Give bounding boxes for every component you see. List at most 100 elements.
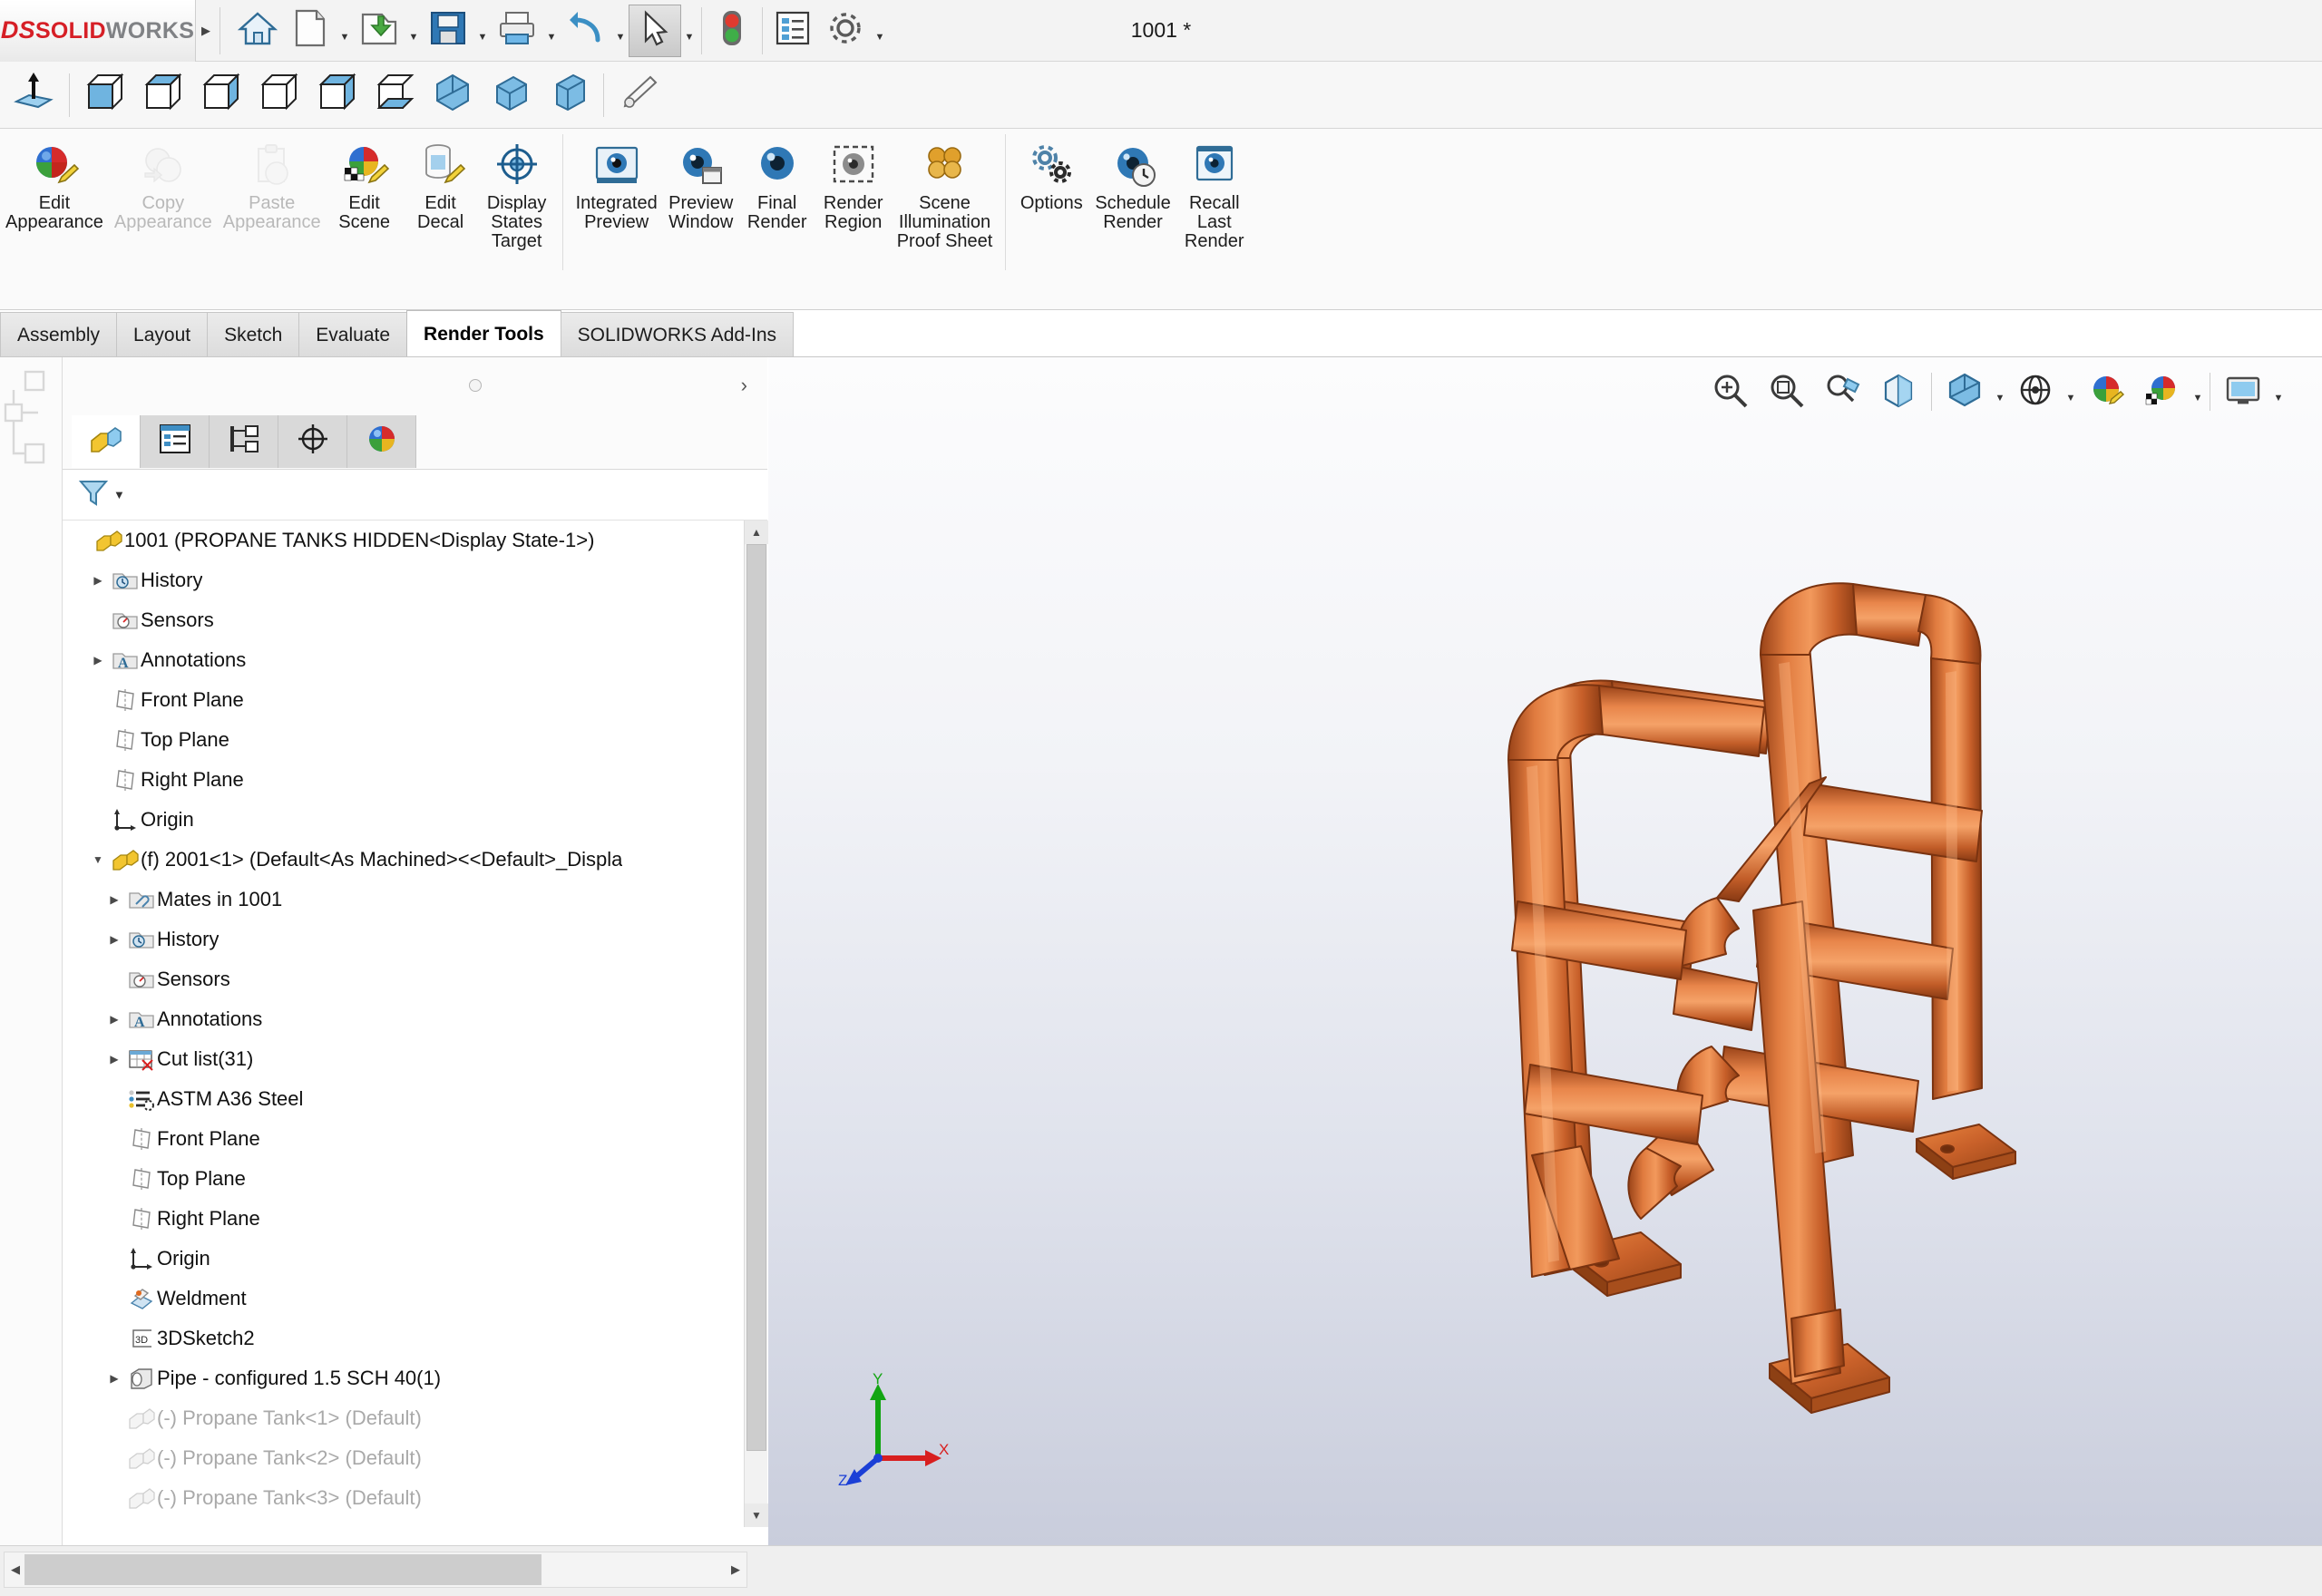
dimxpert-manager-tab[interactable] [278, 414, 347, 468]
horizontal-scroll-thumb[interactable] [24, 1554, 541, 1585]
tree-item[interactable]: ▼ (f) 2001<1> (Default<As Machined><<Defa… [63, 840, 768, 880]
select-button[interactable] [629, 4, 681, 57]
tree-expand-arrow-icon[interactable]: ▶ [102, 1013, 126, 1026]
print-dropdown[interactable]: ▼ [543, 5, 560, 57]
tree-item[interactable]: ▶ Origin [63, 1239, 768, 1279]
trimetric-view-button[interactable] [482, 66, 540, 124]
tree-item[interactable]: ▶ Top Plane [63, 720, 768, 760]
filter-funnel-icon[interactable] [77, 476, 110, 513]
rebuild-button[interactable] [706, 5, 758, 57]
tab-render-tools[interactable]: Render Tools [406, 310, 561, 357]
edit-scene-button[interactable]: Edit Scene [327, 134, 403, 236]
menu-expand-caret[interactable]: ▶ [196, 0, 216, 62]
tree-item[interactable]: ▶ Right Plane [63, 760, 768, 800]
tree-expand-arrow-icon[interactable]: ▶ [102, 1053, 126, 1066]
graphics-viewport[interactable]: ▼ ▼ ▼ ▼ Y X Z [768, 357, 2322, 1545]
new-document-dropdown[interactable]: ▼ [337, 5, 353, 57]
render-region-button[interactable]: Render Region [815, 134, 892, 236]
tree-item[interactable]: ▶ Weldment [63, 1279, 768, 1319]
feature-manager-tab[interactable] [72, 414, 141, 468]
copy-appearance-button[interactable]: Copy Appearance [109, 134, 218, 236]
preview-window-button[interactable]: Preview Window [663, 134, 739, 236]
tree-collapse-arrow-icon[interactable]: ▼ [86, 853, 110, 866]
options-button[interactable] [819, 5, 872, 57]
property-manager-tab[interactable] [141, 414, 210, 468]
tree-item[interactable]: ▶ 3D 3DSketch2 [63, 1319, 768, 1358]
undo-dropdown[interactable]: ▼ [612, 5, 629, 57]
print-button[interactable] [491, 5, 543, 57]
chevron-right-icon[interactable]: › [741, 374, 747, 397]
display-style-wireframe2-button[interactable] [366, 66, 424, 124]
scroll-down-arrow[interactable]: ▼ [745, 1504, 768, 1527]
tree-item[interactable]: ▶ (-) Propane Tank<3> (Default) [63, 1478, 768, 1518]
paste-appearance-button[interactable]: Paste Appearance [218, 134, 327, 236]
file-properties-button[interactable] [766, 5, 819, 57]
tree-expand-arrow-icon[interactable]: ▶ [86, 574, 110, 587]
display-manager-tab[interactable] [347, 414, 416, 468]
schedule-render-button[interactable]: Schedule Render [1089, 134, 1176, 236]
scroll-right-arrow[interactable]: ▶ [726, 1553, 746, 1586]
tree-item[interactable]: ▶ Origin [63, 800, 768, 840]
tree-item[interactable]: ▶ Mates in 1001 [63, 880, 768, 920]
model-render[interactable] [768, 357, 2322, 1545]
tree-item[interactable]: ▶ Cut list(31) [63, 1039, 768, 1079]
tree-item[interactable]: ▶ Sensors [63, 959, 768, 999]
display-style-hlv-button[interactable] [191, 66, 249, 124]
tree-item[interactable]: ▶ Right Plane [63, 1199, 768, 1239]
tree-item[interactable]: ▶ History [63, 920, 768, 959]
new-document-button[interactable] [284, 5, 337, 57]
tree-expand-arrow-icon[interactable]: ▶ [86, 654, 110, 667]
tab-assembly[interactable]: Assembly [0, 312, 118, 357]
final-render-button[interactable]: Final Render [739, 134, 815, 236]
display-style-shaded-button[interactable] [75, 66, 133, 124]
tree-item[interactable]: ▶ ASTM A36 Steel [63, 1079, 768, 1119]
edit-decal-button[interactable]: Edit Decal [403, 134, 479, 236]
open-button[interactable] [353, 5, 405, 57]
tree-item[interactable]: ▶ History [63, 560, 768, 600]
scroll-up-arrow[interactable]: ▲ [745, 521, 768, 544]
tree-item[interactable]: ▶ 1001 (PROPANE TANKS HIDDEN<Display Stat… [63, 521, 768, 560]
display-style-hlr-button[interactable] [249, 66, 307, 124]
tree-expand-arrow-icon[interactable]: ▶ [102, 933, 126, 946]
open-dropdown[interactable]: ▼ [405, 5, 422, 57]
tab-layout[interactable]: Layout [116, 312, 209, 357]
tree-expand-arrow-icon[interactable]: ▶ [102, 1372, 126, 1385]
filter-dropdown-caret[interactable]: ▼ [113, 488, 125, 501]
recall-last-render-button[interactable]: Recall Last Render [1176, 134, 1253, 256]
tree-expand-arrow-icon[interactable]: ▶ [102, 893, 126, 906]
section-view-button[interactable] [610, 66, 668, 124]
options-ribbon-button[interactable]: Options [1013, 134, 1089, 217]
tree-item[interactable]: ▶ Sensors [63, 600, 768, 640]
view-orientation-button[interactable] [5, 66, 63, 124]
dimetric-view-button[interactable] [540, 66, 598, 124]
scroll-left-arrow[interactable]: ◀ [5, 1553, 25, 1586]
tab-evaluate[interactable]: Evaluate [298, 312, 408, 357]
display-style-wireframe-button[interactable] [133, 66, 191, 124]
configuration-manager-tab[interactable] [210, 414, 278, 468]
select-dropdown[interactable]: ▼ [681, 5, 698, 57]
integrated-preview-button[interactable]: Integrated Preview [571, 134, 663, 236]
tree-item[interactable]: ▶ Top Plane [63, 1159, 768, 1199]
scroll-thumb[interactable] [746, 544, 766, 1451]
tree-item[interactable]: ▶ Front Plane [63, 1119, 768, 1159]
tab-sketch[interactable]: Sketch [207, 312, 300, 357]
edit-appearance-button[interactable]: Edit Appearance [0, 134, 109, 236]
display-style-shaded-edges-button[interactable] [307, 66, 366, 124]
home-button[interactable] [231, 5, 284, 57]
isometric-view-button[interactable] [424, 66, 482, 124]
tree-item[interactable]: ▶ A Annotations [63, 999, 768, 1039]
options-dropdown[interactable]: ▼ [872, 5, 888, 57]
tree-item[interactable]: ▶ Pipe - configured 1.5 SCH 40(1) [63, 1358, 768, 1398]
tree-scrollbar[interactable]: ▲ ▼ [744, 521, 768, 1527]
undo-button[interactable] [560, 5, 612, 57]
tree-item[interactable]: ▶ Front Plane [63, 680, 768, 720]
tree-item[interactable]: ▶ A Annotations [63, 640, 768, 680]
tree-pin-dot[interactable] [469, 379, 482, 392]
tab-solidworks-add-ins[interactable]: SOLIDWORKS Add-Ins [560, 312, 795, 357]
horizontal-scrollbar[interactable]: ◀ ▶ [4, 1552, 747, 1588]
tree-item[interactable]: ▶ (-) Propane Tank<2> (Default) [63, 1438, 768, 1478]
scene-illumination-proof-sheet-button[interactable]: Scene Illumination Proof Sheet [892, 134, 999, 256]
save-button[interactable] [422, 5, 474, 57]
tree-item[interactable]: ▶3001<1> (Default<<Default>_Display Stat… [63, 1518, 768, 1527]
tree-item[interactable]: ▶ (-) Propane Tank<1> (Default) [63, 1398, 768, 1438]
